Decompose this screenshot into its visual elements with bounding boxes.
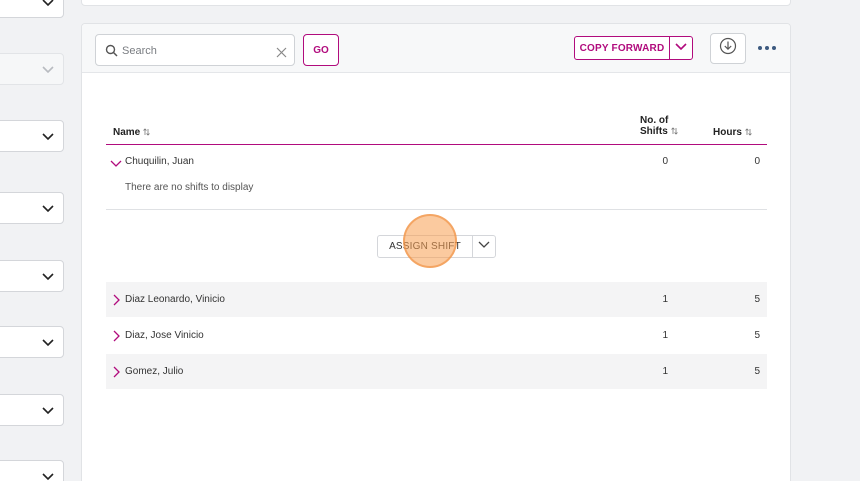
column-header-label: No. of xyxy=(640,115,669,126)
employee-shifts: 1 xyxy=(662,330,668,341)
chevron-down-icon xyxy=(41,0,55,9)
column-header-label: Hours xyxy=(713,127,742,138)
employee-hours: 5 xyxy=(754,330,760,341)
assign-shift-dropdown-button[interactable] xyxy=(472,235,496,258)
employee-shifts: 1 xyxy=(662,294,668,305)
search-icon xyxy=(105,44,118,57)
sort-icon xyxy=(143,128,151,136)
chevron-down-icon xyxy=(41,201,55,215)
filter-select-4[interactable] xyxy=(0,192,64,224)
filter-select-3[interactable] xyxy=(0,120,64,152)
sort-icon xyxy=(745,128,752,136)
copy-forward-button[interactable]: COPY FORWARD xyxy=(574,36,670,60)
table-row[interactable]: Diaz, Jose Vinicio 1 5 xyxy=(106,318,767,353)
download-button[interactable] xyxy=(710,33,746,64)
chevron-down-icon xyxy=(41,62,55,76)
filter-select-2 xyxy=(0,53,64,85)
employee-name: Diaz, Jose Vinicio xyxy=(125,330,204,341)
sort-icon xyxy=(670,127,678,135)
filter-select-6[interactable] xyxy=(0,326,64,358)
column-header-label: Shifts xyxy=(640,126,668,137)
search-box[interactable] xyxy=(95,34,295,66)
filter-select-5[interactable] xyxy=(0,260,64,292)
employee-hours: 0 xyxy=(754,156,760,167)
close-icon[interactable] xyxy=(276,45,287,58)
employee-hours: 5 xyxy=(754,294,760,305)
schedule-card: GO COPY FORWARD Name No. of Shifts Hours… xyxy=(81,23,791,481)
column-header-shifts[interactable]: No. of Shifts xyxy=(640,115,678,137)
column-header-hours[interactable]: Hours xyxy=(713,127,752,138)
chevron-down-icon xyxy=(41,335,55,349)
chevron-down-icon xyxy=(674,39,688,58)
chevron-down-icon xyxy=(41,403,55,417)
employee-name: Chuquilin, Juan xyxy=(125,156,194,167)
chevron-right-icon[interactable] xyxy=(110,294,122,306)
chevron-right-icon[interactable] xyxy=(110,330,122,342)
chevron-down-icon xyxy=(41,469,55,481)
employee-hours: 5 xyxy=(754,366,760,377)
employee-shifts: 1 xyxy=(662,366,668,377)
header-divider xyxy=(106,144,767,145)
left-filter-column xyxy=(0,0,68,481)
more-dot xyxy=(758,46,762,50)
go-button[interactable]: GO xyxy=(303,34,339,66)
chevron-down-icon[interactable] xyxy=(110,157,122,169)
row-divider xyxy=(106,209,767,210)
previous-card-edge xyxy=(81,0,791,6)
table-row[interactable]: Gomez, Julio 1 5 xyxy=(106,354,767,389)
more-dot xyxy=(765,46,769,50)
chevron-right-icon[interactable] xyxy=(110,366,122,378)
search-input[interactable] xyxy=(122,42,272,60)
column-header-name[interactable]: Name xyxy=(113,127,151,138)
employee-name: Diaz Leonardo, Vinicio xyxy=(125,294,225,305)
copy-forward-dropdown-button[interactable] xyxy=(669,36,693,60)
chevron-down-icon xyxy=(41,129,55,143)
filter-select-1[interactable] xyxy=(0,0,64,18)
employee-shifts: 0 xyxy=(662,156,668,167)
filter-select-7[interactable] xyxy=(0,394,64,426)
no-shifts-message: There are no shifts to display xyxy=(125,182,254,193)
chevron-down-icon xyxy=(41,269,55,283)
table-row[interactable]: Diaz Leonardo, Vinicio 1 5 xyxy=(106,282,767,317)
filter-select-8[interactable] xyxy=(0,460,64,481)
chevron-down-icon xyxy=(477,237,491,256)
column-header-label: Name xyxy=(113,127,141,138)
assign-shift-button[interactable]: ASSIGN SHIFT xyxy=(377,235,473,258)
more-dot xyxy=(772,46,776,50)
more-options-button[interactable] xyxy=(754,38,780,58)
download-circle-icon xyxy=(719,37,737,60)
employee-name: Gomez, Julio xyxy=(125,366,184,377)
card-toolbar: GO COPY FORWARD xyxy=(82,24,790,73)
